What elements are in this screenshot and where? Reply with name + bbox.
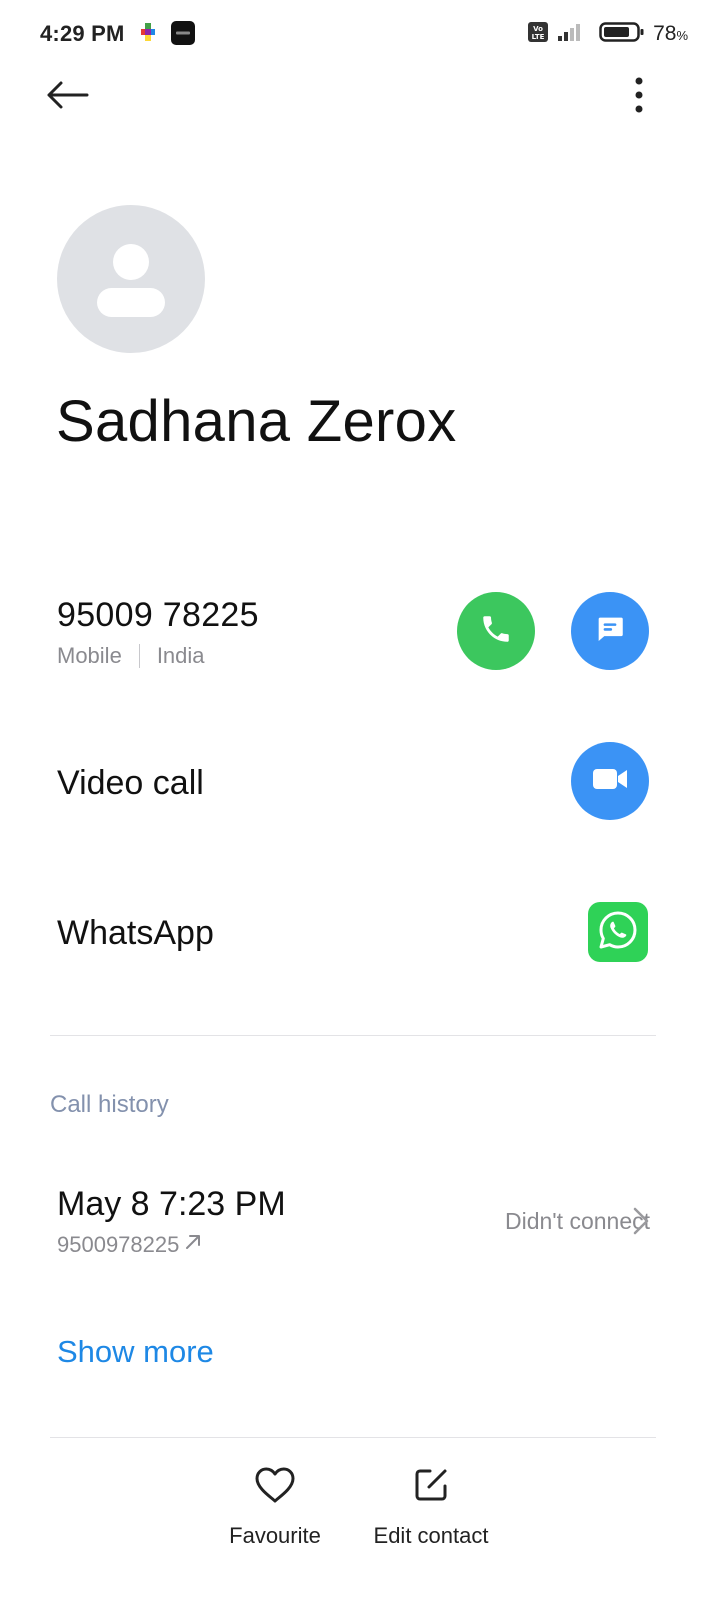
contact-avatar[interactable] bbox=[57, 205, 205, 353]
svg-text:LTE: LTE bbox=[532, 33, 545, 41]
show-more-link[interactable]: Show more bbox=[57, 1334, 214, 1370]
message-button[interactable] bbox=[571, 592, 649, 670]
contact-name: Sadhana Zerox bbox=[56, 389, 457, 454]
message-icon bbox=[593, 612, 627, 651]
outgoing-arrow-icon bbox=[183, 1232, 203, 1258]
signal-icon bbox=[557, 21, 585, 48]
whatsapp-icon bbox=[596, 908, 640, 957]
call-datetime: May 8 7:23 PM bbox=[57, 1185, 286, 1223]
edit-contact-label: Edit contact bbox=[373, 1523, 489, 1548]
video-call-label[interactable]: Video call bbox=[57, 764, 204, 803]
battery-icon bbox=[599, 21, 645, 48]
edit-contact-button[interactable]: Edit contact bbox=[360, 1466, 502, 1549]
phone-meta: Mobile India bbox=[57, 643, 205, 669]
call-button[interactable] bbox=[457, 592, 535, 670]
arrow-left-icon bbox=[45, 80, 89, 115]
video-call-button[interactable] bbox=[571, 742, 649, 820]
heart-icon bbox=[254, 1466, 296, 1509]
battery-percent-value: 78 bbox=[653, 22, 677, 45]
phone-number[interactable]: 95009 78225 bbox=[57, 596, 259, 635]
bottom-divider bbox=[50, 1437, 656, 1438]
dizo-app-icon bbox=[171, 21, 195, 50]
whatsapp-button[interactable] bbox=[588, 902, 648, 962]
favourite-label: Favourite bbox=[229, 1523, 321, 1548]
call-history-title: Call history bbox=[50, 1091, 169, 1118]
video-camera-icon bbox=[591, 764, 629, 799]
play-games-icon bbox=[139, 21, 157, 50]
whatsapp-label[interactable]: WhatsApp bbox=[57, 914, 214, 953]
phone-region: India bbox=[156, 643, 205, 668]
back-button[interactable] bbox=[38, 72, 96, 122]
phone-type: Mobile bbox=[57, 643, 122, 668]
more-vertical-icon bbox=[634, 77, 644, 118]
volte-icon: Vo LTE bbox=[527, 21, 549, 48]
favourite-button[interactable]: Favourite bbox=[215, 1466, 335, 1549]
call-number: 9500978225 bbox=[57, 1232, 180, 1257]
status-indicators: Vo LTE 78% bbox=[527, 20, 688, 48]
battery-percent-unit: % bbox=[676, 28, 688, 43]
call-number-row: 9500978225 bbox=[57, 1232, 203, 1258]
section-divider bbox=[50, 1035, 656, 1036]
phone-icon bbox=[479, 612, 513, 651]
battery-percent: 78% bbox=[653, 22, 688, 46]
svg-text:Vo: Vo bbox=[533, 25, 543, 33]
person-placeholder-icon bbox=[95, 241, 167, 326]
status-time: 4:29 PM bbox=[40, 21, 125, 46]
edit-icon bbox=[412, 1466, 450, 1509]
status-bar: 4:29 PM Vo LTE 78% bbox=[0, 0, 720, 68]
meta-divider bbox=[138, 644, 140, 668]
more-options-button[interactable] bbox=[616, 72, 662, 122]
chevron-right-icon[interactable] bbox=[628, 1205, 652, 1237]
